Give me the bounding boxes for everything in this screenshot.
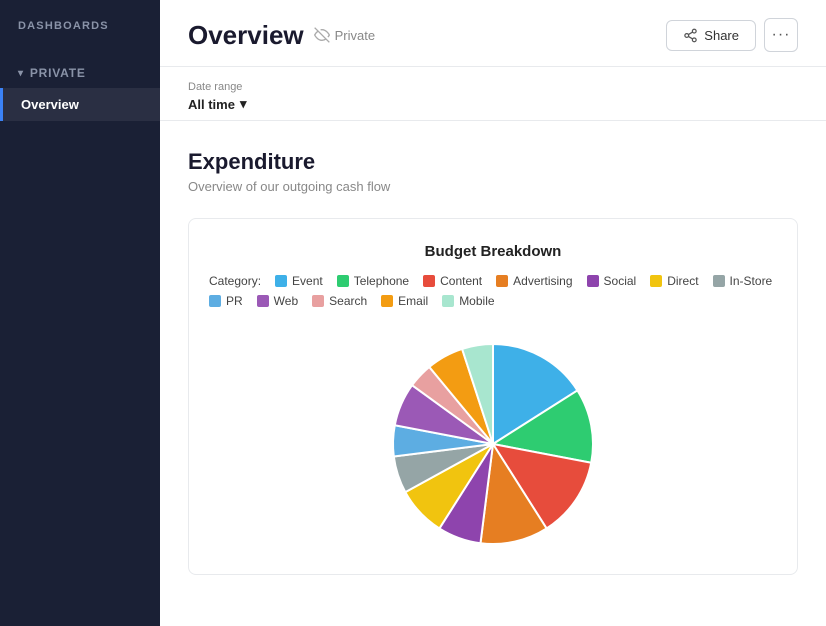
legend-category-prefix: Category:: [209, 274, 261, 288]
legend-item: Event: [275, 274, 323, 288]
legend-color-swatch: [381, 295, 393, 307]
sidebar: DASHBOARDS ▾ PRIVATE Overview: [0, 0, 160, 626]
sidebar-section-label: PRIVATE: [30, 66, 86, 80]
legend-item: In-Store: [713, 274, 773, 288]
legend-color-swatch: [312, 295, 324, 307]
sidebar-title: DASHBOARDS: [0, 20, 160, 48]
sidebar-section-private: ▾ PRIVATE Overview: [0, 48, 160, 131]
legend-color-swatch: [423, 275, 435, 287]
header-left: Overview Private: [188, 20, 375, 51]
chart-title: Budget Breakdown: [209, 243, 777, 260]
legend-color-swatch: [337, 275, 349, 287]
legend-item: Search: [312, 294, 367, 308]
legend-color-swatch: [275, 275, 287, 287]
share-button[interactable]: Share: [666, 20, 756, 51]
chart-area: [209, 324, 777, 554]
legend-label: Direct: [667, 274, 698, 288]
legend-label: Mobile: [459, 294, 494, 308]
more-options-button[interactable]: ···: [764, 18, 798, 52]
legend-color-swatch: [713, 275, 725, 287]
date-range-bar: Date range All time ▾: [160, 67, 826, 121]
legend-color-swatch: [650, 275, 662, 287]
visibility-badge: Private: [314, 27, 375, 43]
main-content: Overview Private Share ···: [160, 0, 826, 626]
legend-item: Telephone: [337, 274, 409, 288]
chevron-down-icon: ▾: [18, 68, 24, 79]
header-right: Share ···: [666, 18, 798, 52]
legend-label: Social: [604, 274, 637, 288]
legend-label: Search: [329, 294, 367, 308]
legend-label: PR: [226, 294, 243, 308]
pie-chart-svg: [383, 334, 603, 554]
legend-item: Advertising: [496, 274, 572, 288]
share-icon: [683, 28, 698, 43]
legend-color-swatch: [442, 295, 454, 307]
legend-label: Advertising: [513, 274, 572, 288]
legend-color-swatch: [496, 275, 508, 287]
legend-label: Event: [292, 274, 323, 288]
legend-item: Web: [257, 294, 298, 308]
date-range-selector[interactable]: All time ▾: [188, 96, 798, 112]
sidebar-section-header-private[interactable]: ▾ PRIVATE: [0, 58, 160, 88]
section-subtitle: Overview of our outgoing cash flow: [188, 179, 798, 194]
section-title: Expenditure: [188, 149, 798, 175]
legend-item: Email: [381, 294, 428, 308]
sidebar-item-overview[interactable]: Overview: [0, 88, 160, 121]
legend-item: Content: [423, 274, 482, 288]
page-header: Overview Private Share ···: [160, 0, 826, 67]
chevron-down-icon: ▾: [240, 96, 247, 112]
legend-label: Email: [398, 294, 428, 308]
legend-color-swatch: [257, 295, 269, 307]
legend-color-swatch: [587, 275, 599, 287]
legend-label: Telephone: [354, 274, 409, 288]
chart-container: Budget Breakdown Category: Event Telephon…: [188, 218, 798, 575]
eye-off-icon: [314, 27, 330, 43]
legend-item: PR: [209, 294, 243, 308]
content-area: Expenditure Overview of our outgoing cas…: [160, 121, 826, 626]
page-title: Overview: [188, 20, 304, 51]
chart-legend: Category: Event Telephone Content Advertisi…: [209, 274, 777, 308]
legend-label: Web: [274, 294, 298, 308]
legend-item: Direct: [650, 274, 698, 288]
date-range-label: Date range: [188, 81, 798, 93]
legend-item: Social: [587, 274, 637, 288]
legend-label: Content: [440, 274, 482, 288]
legend-color-swatch: [209, 295, 221, 307]
legend-item: Mobile: [442, 294, 494, 308]
legend-label: In-Store: [730, 274, 773, 288]
